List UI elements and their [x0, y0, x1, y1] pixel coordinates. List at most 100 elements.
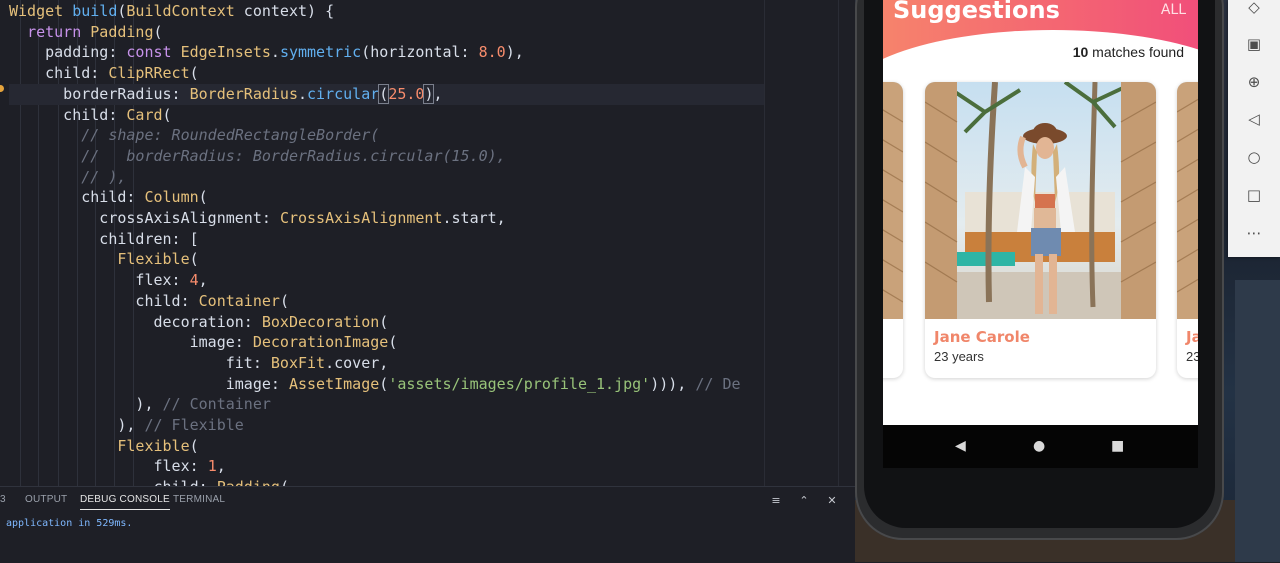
code-token: Flexible	[117, 250, 190, 269]
code-line[interactable]: borderRadius: BorderRadius.circular(25.0…	[9, 83, 765, 105]
profile-card-right-partial[interactable]: Ja 23	[1177, 82, 1198, 378]
emulator-toolbar: ◇ ▣ ⊕ ◁ ○ □ ⋯	[1228, 0, 1280, 257]
code-token: // borderRadius: BorderRadius.circular(1…	[9, 146, 506, 165]
code-token: Padding	[217, 478, 280, 486]
code-line[interactable]: ), // Flexible	[9, 415, 244, 436]
code-line[interactable]: Flexible(	[9, 249, 199, 270]
code-token: ,	[433, 84, 443, 103]
profile-photo	[1177, 82, 1198, 319]
maximize-panel-icon[interactable]: ⌃	[797, 494, 811, 508]
tab-terminal[interactable]: TERMINAL	[173, 494, 225, 509]
code-token: Container	[198, 291, 280, 310]
home-icon[interactable]: ○	[1243, 146, 1265, 168]
code-token: image:	[9, 333, 253, 352]
code-line[interactable]: // ),	[9, 167, 126, 188]
code-line[interactable]: Flexible(	[9, 436, 198, 457]
code-line[interactable]: // shape: RoundedRectangleBorder(	[9, 125, 379, 146]
back-triangle-icon[interactable]: ◀	[955, 439, 966, 453]
editor-scrollbar[interactable]	[838, 0, 839, 486]
code-token: ,	[216, 457, 226, 476]
code-token: (	[379, 312, 389, 331]
code-line[interactable]: crossAxisAlignment: CrossAxisAlignment.s…	[9, 208, 505, 229]
wood-panel-image	[1177, 82, 1198, 319]
tab-output[interactable]: OUTPUT	[25, 494, 67, 509]
close-panel-icon[interactable]: ✕	[825, 494, 839, 508]
code-token: BoxDecoration	[261, 312, 380, 331]
profile-name: Jane Carole	[934, 328, 1030, 346]
code-token: Card	[126, 105, 163, 124]
bottom-panel: 3 OUTPUT DEBUG CONSOLE TERMINAL ≡ ⌃ ✕ ap…	[0, 486, 855, 563]
code-token: (	[198, 188, 208, 207]
code-token: ),	[9, 395, 163, 414]
tag-icon[interactable]: ◇	[1243, 0, 1265, 18]
profile-age: 23 years	[934, 349, 984, 364]
code-token: context) {	[234, 2, 335, 20]
code-token: 4	[189, 271, 199, 290]
code-token: (	[189, 250, 199, 269]
code-area[interactable]: Widget build(BuildContext context) { ret…	[0, 0, 765, 486]
camera-icon[interactable]: ▣	[1243, 33, 1265, 55]
code-line[interactable]: flex: 4,	[9, 270, 207, 291]
code-line[interactable]: child: Container(	[9, 291, 289, 312]
code-token: (	[378, 83, 390, 104]
code-line[interactable]: fit: BoxFit.cover,	[9, 353, 389, 374]
code-token: child:	[9, 105, 127, 124]
code-line[interactable]: child: ClipRRect(	[9, 63, 199, 84]
code-line[interactable]: padding: const EdgeInsets.symmetric(hori…	[9, 42, 524, 63]
code-token: BorderRadius	[189, 84, 298, 103]
code-token: Widget	[9, 2, 73, 20]
background-water	[1235, 280, 1280, 562]
profile-name: Ja	[1186, 328, 1198, 346]
code-token: circular	[307, 84, 380, 103]
home-circle-icon[interactable]: ●	[1033, 439, 1045, 453]
code-token: crossAxisAlignment:	[9, 209, 280, 227]
code-token: EdgeInsets	[180, 43, 271, 62]
code-token: build	[72, 2, 118, 20]
back-icon[interactable]: ◁	[1243, 108, 1265, 130]
code-line[interactable]: decoration: BoxDecoration(	[9, 312, 388, 333]
code-line[interactable]: image: DecorationImage(	[9, 332, 398, 353]
code-token: (	[388, 333, 398, 352]
page-title: Suggestions	[893, 0, 1060, 24]
code-token: CrossAxisAlignment	[279, 209, 443, 227]
profile-card[interactable]: Jane Carole 23 years	[925, 82, 1156, 378]
profile-card-left-partial[interactable]	[883, 82, 903, 378]
clear-console-icon[interactable]: ≡	[769, 494, 783, 508]
more-icon[interactable]: ⋯	[1243, 222, 1265, 244]
code-line[interactable]: // borderRadius: BorderRadius.circular(1…	[9, 146, 506, 167]
all-button[interactable]: ALL	[1161, 2, 1186, 18]
code-token: // Flexible	[144, 416, 244, 434]
code-token: return	[27, 22, 91, 41]
code-line[interactable]: return Padding(	[9, 22, 162, 43]
code-token: Padding	[90, 22, 154, 41]
code-line[interactable]: Widget build(BuildContext context) {	[9, 1, 334, 22]
code-editor[interactable]: Widget build(BuildContext context) { ret…	[0, 0, 855, 486]
code-token: // ),	[9, 167, 127, 186]
code-token: Column	[144, 188, 199, 207]
tab-debug-console[interactable]: DEBUG CONSOLE	[80, 494, 170, 510]
code-token: decoration:	[9, 312, 262, 331]
overview-icon[interactable]: □	[1243, 184, 1265, 206]
phone-screen: Suggestions ALL 10 matches found Jane Ca…	[883, 0, 1198, 425]
code-token: child:	[9, 64, 109, 83]
code-token: children: [	[9, 229, 199, 248]
zoom-in-icon[interactable]: ⊕	[1243, 71, 1265, 93]
code-line[interactable]: child: Column(	[9, 187, 208, 208]
code-line[interactable]: ), // Container	[9, 394, 270, 415]
code-token: 1	[207, 457, 217, 476]
code-token: (	[379, 374, 389, 393]
tab-partial[interactable]: 3	[0, 494, 6, 509]
code-token: DecorationImage	[252, 333, 389, 352]
code-line[interactable]: child: Padding(	[9, 477, 288, 486]
code-line[interactable]: child: Card(	[9, 105, 171, 126]
code-token: (horizontal:	[361, 43, 479, 62]
code-line[interactable]: children: [	[9, 229, 199, 250]
code-line[interactable]: flex: 1,	[9, 456, 226, 477]
code-token: child:	[9, 478, 217, 486]
code-token: flex:	[9, 457, 208, 476]
minimap-separator	[764, 0, 765, 486]
code-line[interactable]: image: AssetImage('assets/images/profile…	[9, 374, 741, 395]
recents-square-icon[interactable]: ■	[1111, 439, 1124, 453]
